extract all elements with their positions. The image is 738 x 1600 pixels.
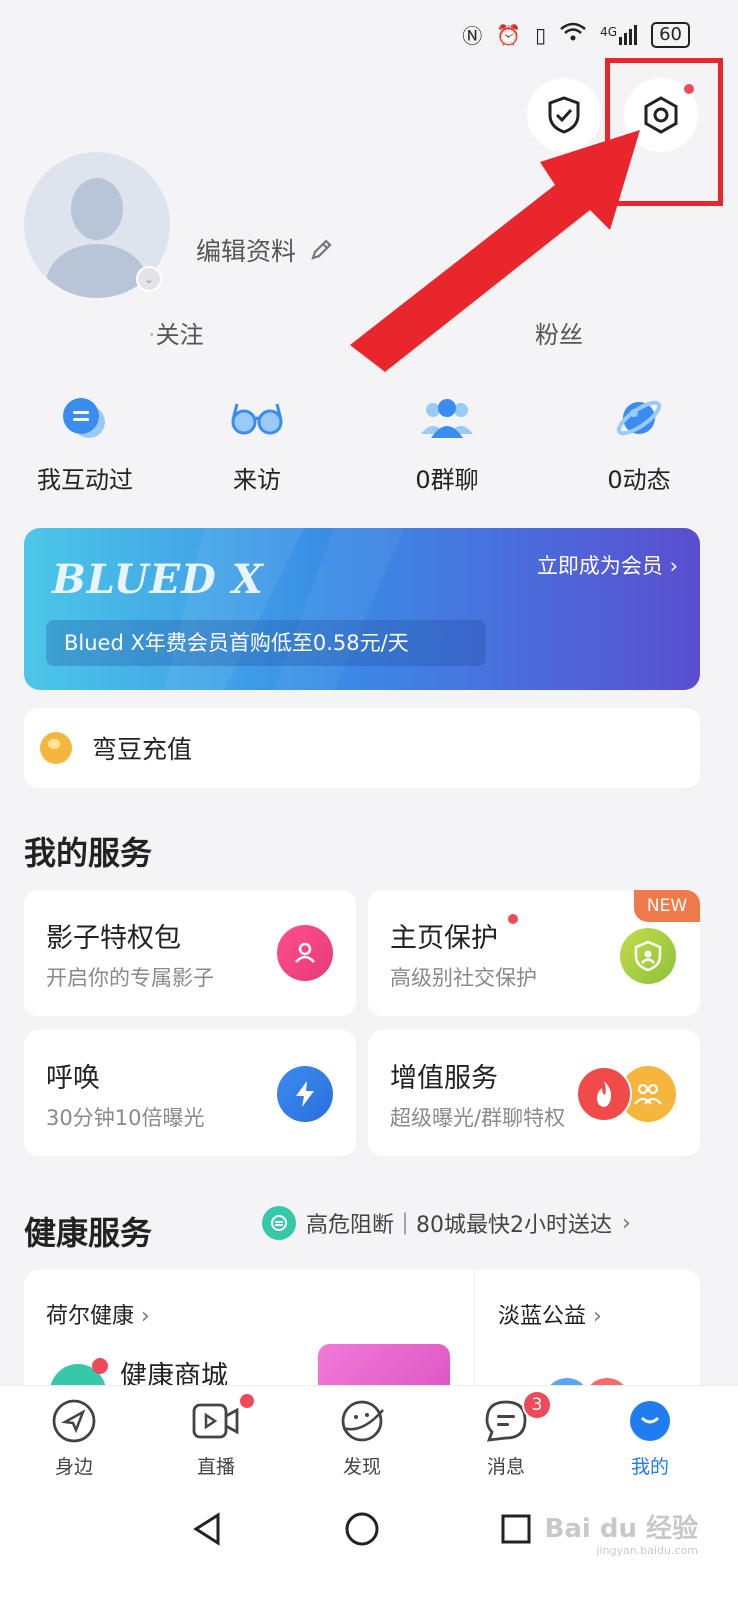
video-camera-icon xyxy=(192,1403,239,1439)
quick-action-groups[interactable]: 0群聊 xyxy=(362,388,532,495)
home-icon[interactable] xyxy=(344,1511,380,1547)
service-card-summon[interactable]: 呼唤 30分钟10倍曝光 xyxy=(24,1030,356,1156)
alarm-icon: ⏰ xyxy=(496,22,522,47)
health-promo-icon xyxy=(262,1206,296,1240)
edit-profile-label: 编辑资料 xyxy=(196,237,297,266)
flame-icon xyxy=(576,1066,632,1122)
quick-action-visitors[interactable]: 来访 xyxy=(172,388,342,495)
become-member-link[interactable]: 立即成为会员 › xyxy=(537,550,678,580)
edit-profile-button[interactable]: 编辑资料 xyxy=(196,232,334,268)
vip-banner[interactable]: BLUED X 立即成为会员 › Blued X年费会员首购低至0.58元/天 xyxy=(24,528,700,690)
messages-badge: 3 xyxy=(522,1390,552,1420)
recents-icon[interactable] xyxy=(500,1513,532,1545)
planet-face-icon xyxy=(341,1400,384,1442)
new-badge: NEW xyxy=(634,890,700,922)
wifi-icon xyxy=(560,22,586,47)
service-card-home-protect[interactable]: 主页保护 高级别社交保护 NEW xyxy=(368,890,700,1016)
health-promo-link[interactable]: 高危阻断｜80城最快2小时送达 › xyxy=(262,1206,631,1240)
recharge-label: 弯豆充值 xyxy=(92,735,193,764)
tab-nearby[interactable]: 身边 xyxy=(0,1398,148,1479)
follow-count[interactable]: ·关注 xyxy=(148,315,204,350)
tab-live[interactable]: 直播 xyxy=(142,1398,290,1479)
bottom-tab-bar: 身边 直播 发现 消息 3 我的 xyxy=(0,1385,738,1485)
service-card-shadow-pack[interactable]: 影子特权包 开启你的专属影子 xyxy=(24,890,356,1016)
hol-health-link[interactable]: 荷尔健康 › xyxy=(46,1298,150,1330)
lightning-icon xyxy=(277,1066,333,1122)
health-mall-dot xyxy=(92,1358,108,1374)
services-title: 我的服务 xyxy=(24,834,153,872)
tab-discover[interactable]: 发现 xyxy=(288,1398,436,1479)
bean-icon xyxy=(40,732,72,764)
live-notification-dot xyxy=(240,1394,254,1408)
status-icons: Ⓝ ⏰ ▯ 4G 60 xyxy=(462,20,690,49)
back-icon[interactable] xyxy=(190,1511,224,1547)
chat-bubble-icon xyxy=(55,388,115,448)
chevron-right-icon: › xyxy=(669,554,678,578)
vibrate-icon: ▯ xyxy=(535,22,547,47)
avatar-chevron-icon[interactable]: ⌄ xyxy=(136,266,162,292)
recharge-row[interactable]: 弯豆充值 xyxy=(24,708,700,788)
baidu-watermark-url: jingyan.baidu.com xyxy=(596,1544,698,1557)
health-title: 健康服务 xyxy=(24,1214,153,1252)
shadow-person-icon xyxy=(277,925,333,981)
danlan-charity-link[interactable]: 淡蓝公益 › xyxy=(498,1298,602,1330)
nfc-icon: Ⓝ xyxy=(462,24,483,48)
chevron-right-icon: › xyxy=(141,1304,150,1329)
battery-indicator: 60 xyxy=(651,21,690,48)
group-people-icon xyxy=(417,388,477,448)
quick-action-interacted[interactable]: 我互动过 xyxy=(0,388,170,495)
planet-icon xyxy=(609,388,669,448)
chevron-right-icon: › xyxy=(593,1304,602,1329)
home-protect-dot xyxy=(508,914,518,924)
annotation-box xyxy=(605,58,723,206)
chevron-right-icon: › xyxy=(622,1210,631,1236)
me-face-icon xyxy=(630,1401,670,1441)
banner-brand: BLUED X xyxy=(52,556,264,603)
quick-action-moments[interactable]: 0动态 xyxy=(554,388,724,495)
baidu-watermark: Bai du 经验 xyxy=(544,1514,699,1544)
service-card-value-added[interactable]: 增值服务 超级曝光/群聊特权 xyxy=(368,1030,700,1156)
shield-user-icon xyxy=(620,928,676,984)
banner-description: Blued X年费会员首购低至0.58元/天 xyxy=(46,620,486,666)
tab-messages[interactable]: 消息 xyxy=(432,1398,580,1479)
compass-icon xyxy=(52,1399,96,1443)
glasses-icon xyxy=(227,388,287,448)
tab-me[interactable]: 我的 xyxy=(576,1398,724,1479)
signal-icon: 4G xyxy=(600,24,638,45)
